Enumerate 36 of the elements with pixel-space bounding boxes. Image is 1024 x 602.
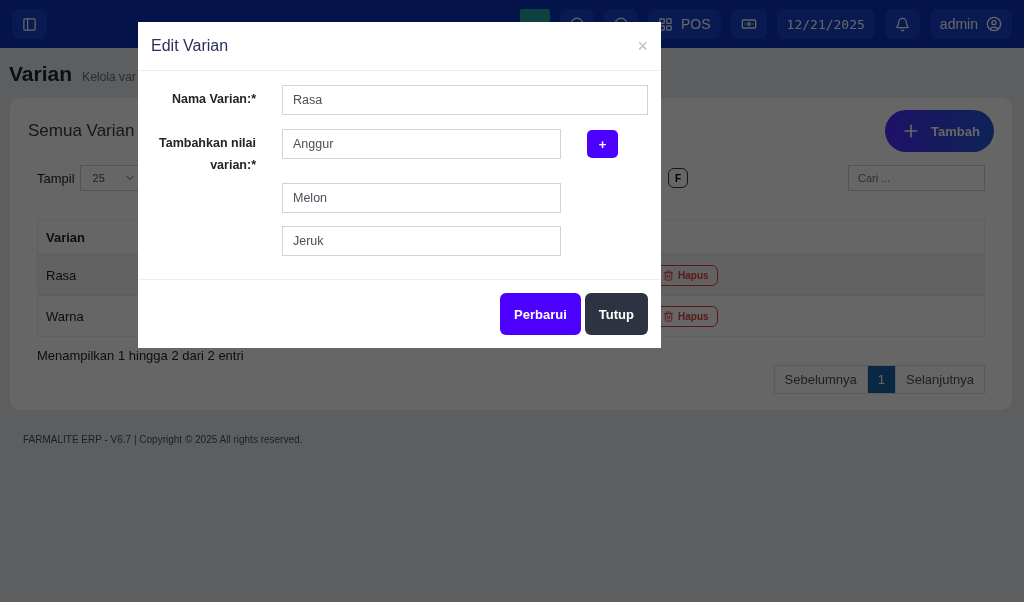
- close-dialog-button[interactable]: Tutup: [584, 293, 648, 335]
- pos-button[interactable]: POS: [648, 9, 721, 39]
- sidebar-icon: [22, 16, 37, 32]
- notification-button[interactable]: [884, 9, 920, 39]
- page-button[interactable]: 1: [866, 365, 897, 394]
- value-field[interactable]: Jeruk: [282, 226, 561, 256]
- next-button[interactable]: Selanjutnya: [895, 365, 985, 394]
- add-value-button[interactable]: +: [587, 130, 618, 158]
- date-button[interactable]: 12/21/2025: [776, 9, 875, 39]
- close-button[interactable]: ×: [637, 35, 648, 57]
- trash-icon: [663, 310, 674, 322]
- cash-button[interactable]: [730, 9, 767, 39]
- update-button[interactable]: Perbarui: [500, 293, 581, 335]
- export-button[interactable]: F: [667, 168, 688, 188]
- table-cell: Warna: [46, 308, 84, 324]
- trash-icon: [663, 269, 674, 281]
- banknote-icon: [740, 16, 757, 32]
- user-menu[interactable]: admin: [929, 9, 1012, 39]
- page-title: Varian: [9, 62, 73, 86]
- sidebar-toggle-button[interactable]: [12, 9, 47, 39]
- dialog-title: Edit Varian: [151, 37, 229, 55]
- user-icon: [986, 16, 1002, 32]
- value-field[interactable]: Melon: [282, 183, 561, 213]
- field-label: Tambahkan nilai varian:*: [158, 135, 256, 174]
- add-button[interactable]: Tambah: [885, 110, 994, 152]
- name-field[interactable]: Rasa: [282, 85, 648, 115]
- column-header: Varian: [46, 230, 86, 245]
- entries-info: Menampilkan 1 hingga 2 dari 2 entri: [37, 348, 245, 363]
- show-label: Tampil: [37, 170, 75, 186]
- footer-text: FARMALITE ERP - V6.7 | Copyright © 2025 All rights reserved.: [22, 433, 304, 447]
- field-label: Nama Varian:*: [170, 91, 256, 108]
- previous-button[interactable]: Sebelumnya: [773, 365, 868, 394]
- bell-icon: [894, 16, 910, 32]
- card-title: Semua Varian: [28, 121, 135, 141]
- value-field[interactable]: Anggur: [282, 129, 561, 159]
- table-cell: Rasa: [46, 267, 77, 283]
